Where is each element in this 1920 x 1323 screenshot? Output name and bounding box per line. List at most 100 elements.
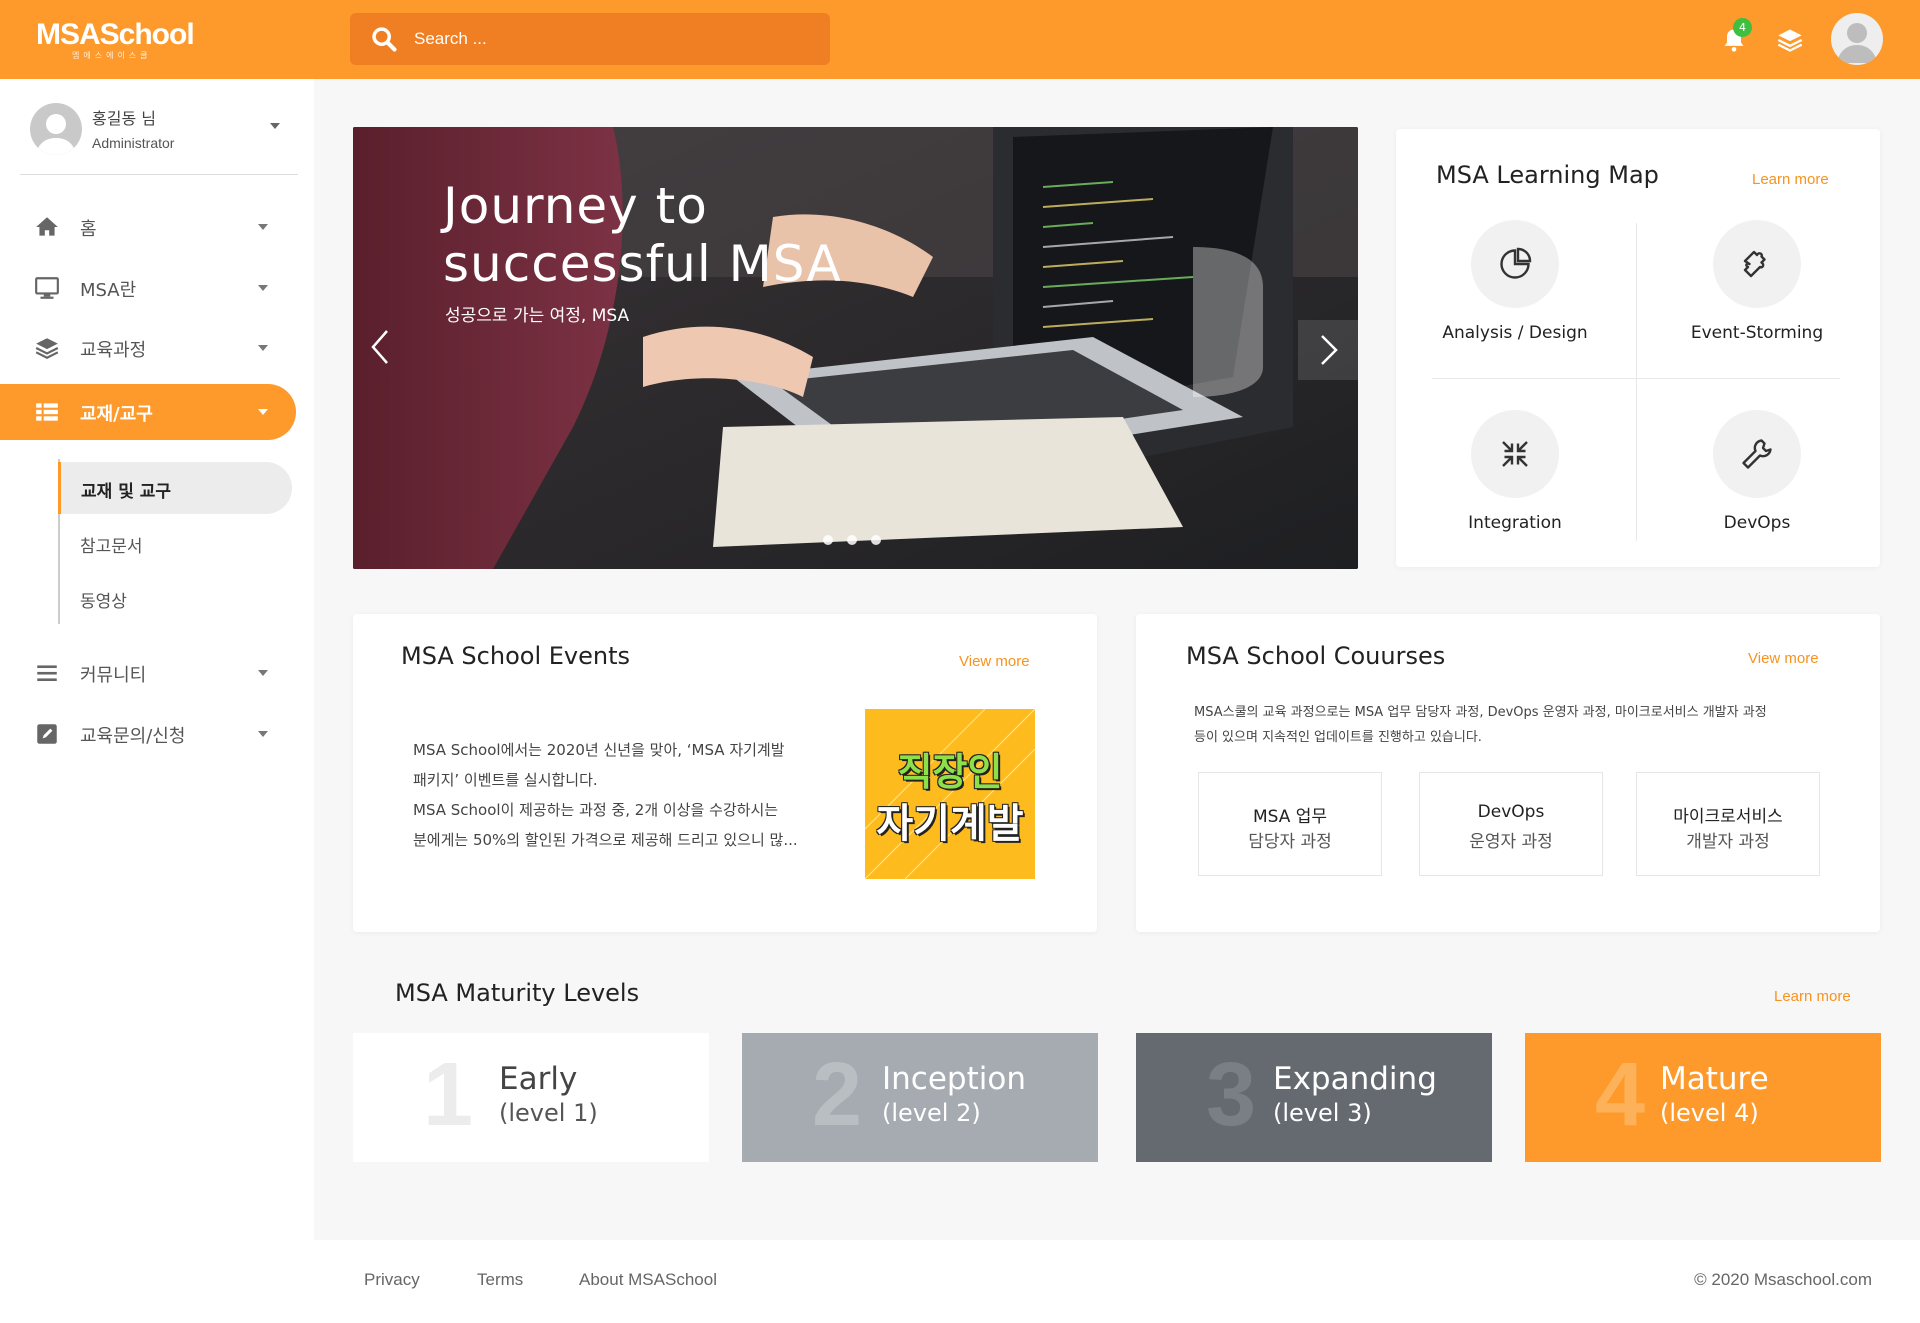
footer-link-privacy[interactable]: Privacy [364,1270,420,1290]
chevron-down-icon [258,731,268,737]
submenu-item-videos[interactable]: 동영상 [60,572,294,624]
level-sub: (level 2) [882,1099,981,1127]
chevron-down-icon [258,409,268,415]
learning-map-title: MSA Learning Map [1436,161,1659,189]
sidebar-item-community[interactable]: 커뮤니티 [0,645,296,701]
search-icon[interactable] [370,25,398,53]
chevron-down-icon[interactable] [270,123,280,129]
course-box-microservice-dev[interactable]: 마이크로서비스 개발자 과정 [1636,772,1820,876]
level-number: 4 [1595,1045,1646,1145]
course-box-devops[interactable]: DevOps 운영자 과정 [1419,772,1603,876]
footer-copyright: © 2020 Msaschool.com [1694,1270,1872,1289]
wrench-icon [1742,439,1772,469]
footer: Privacy Terms About MSASchool © 2020 Msa… [314,1240,1920,1323]
footer-link-about[interactable]: About MSASchool [579,1270,717,1290]
course-box-line: MSA 업무 [1252,807,1328,827]
maturity-level-4[interactable]: 4 Mature (level 4) [1525,1033,1881,1162]
search-input[interactable] [414,26,794,52]
sidebar: 홍길동 님 Administrator 홈 MSA란 교육과정 교재/교구 교재… [0,79,314,1323]
user-icon [1837,23,1877,63]
level-number: 1 [423,1045,474,1145]
level-sub: (level 4) [1660,1099,1759,1127]
carousel-next-button[interactable] [1298,320,1358,380]
level-sub: (level 1) [499,1099,598,1127]
course-box-line: DevOps [1477,802,1545,822]
sidebar-item-label: MSA란 [80,280,137,301]
chevron-left-icon[interactable] [367,325,395,369]
course-box-line: 마이크로서비스 [1673,807,1783,827]
submenu-item-references[interactable]: 참고문서 [60,517,294,569]
logo-area[interactable]: MSASchool 엠에스에이스쿨 [0,0,314,79]
layers-icon[interactable] [1776,26,1804,54]
pie-chart-icon [1500,247,1532,279]
footer-link-terms[interactable]: Terms [477,1270,523,1290]
carousel-dot[interactable] [823,535,833,545]
course-box-line: 개발자 과정 [1686,832,1770,852]
learning-map-item-integration[interactable]: Integration [1395,386,1635,572]
events-view-more-link[interactable]: View more [959,653,1030,670]
divider [20,174,298,175]
courses-card: MSA School Couurses View more MSA스쿨의 교육 … [1136,614,1880,932]
learning-map-item-devops[interactable]: DevOps [1637,386,1877,572]
sidebar-item-inquiry[interactable]: 교육문의/신청 [0,706,296,762]
maturity-learn-more-link[interactable]: Learn more [1774,988,1851,1005]
user-avatar[interactable] [1831,13,1883,65]
level-sub: (level 3) [1273,1099,1372,1127]
maturity-level-1[interactable]: 1 Early (level 1) [353,1033,709,1162]
hero-carousel[interactable]: Journey to successful MSA 성공으로 가는 여정, MS… [353,127,1358,569]
submenu-item-label: 교재 및 교구 [81,482,172,502]
events-text-line: 패키지’ 이벤트를 실시합니다. [413,771,598,789]
hero-subtitle: 성공으로 가는 여정, MSA [445,306,630,326]
learning-map-item-label: Analysis / Design [1442,323,1588,343]
layers-icon [35,338,59,359]
courses-view-more-link[interactable]: View more [1748,650,1819,667]
level-number: 3 [1206,1045,1257,1145]
learning-map-item-analysis[interactable]: Analysis / Design [1395,196,1635,382]
profile-name: 홍길동 님 [92,109,156,128]
sidebar-item-materials[interactable]: 교재/교구 [0,384,296,440]
courses-desc-line: 등이 있으며 지속적인 업데이트를 진행하고 있습니다. [1194,730,1482,745]
sidebar-item-curriculum[interactable]: 교육과정 [0,320,296,376]
puzzle-icon [1743,250,1766,278]
learning-map-item-label: Integration [1468,513,1562,533]
sidebar-item-label: 교육과정 [80,340,147,361]
profile-role: Administrator [92,135,175,151]
learning-map-item-label: Event-Storming [1690,323,1824,343]
level-number: 2 [812,1045,863,1145]
chevron-down-icon [258,670,268,676]
learning-map-link[interactable]: Learn more [1752,171,1829,188]
course-box-line: 운영자 과정 [1469,832,1553,852]
sidebar-item-home[interactable]: 홈 [0,199,296,255]
sidebar-item-about-msa[interactable]: MSA란 [0,260,296,316]
hero-title-line: Journey to [443,177,708,235]
hero-title-line: successful MSA [443,235,842,293]
sidebar-item-label: 교육문의/신청 [80,726,186,747]
events-description: MSA School에서는 2020년 신년을 맞아, ‘MSA 자기계발 패키… [413,735,853,855]
courses-description: MSA스쿨의 교육 과정으로는 MSA 업무 담당자 과정, DevOps 운영… [1194,700,1834,750]
events-text-line: MSA School이 제공하는 과정 중, 2개 이상을 수강하시는 [413,801,779,819]
edit-icon [37,724,57,744]
maturity-title: MSA Maturity Levels [395,979,640,1007]
home-icon [36,217,58,236]
chevron-down-icon [258,345,268,351]
event-banner-image[interactable]: 직장인 자기계발 [865,709,1035,879]
chevron-down-icon [258,224,268,230]
notification-badge: 4 [1733,18,1752,37]
submenu-item-materials-tools[interactable]: 교재 및 교구 [58,462,292,514]
sidebar-item-label: 교재/교구 [80,404,153,425]
carousel-dot[interactable] [847,535,857,545]
learning-map-item-label: DevOps [1723,513,1791,533]
maturity-level-2[interactable]: 2 Inception (level 2) [742,1033,1098,1162]
search-bar[interactable] [350,13,830,65]
level-name: Inception [882,1061,1026,1097]
carousel-dot[interactable] [871,535,881,545]
course-box-msa-business[interactable]: MSA 업무 담당자 과정 [1198,772,1382,876]
profile-avatar[interactable] [30,103,82,155]
events-text-line: 분에게는 50%의 할인된 가격으로 제공해 드리고 있으니 많... [413,831,798,849]
courses-title: MSA School Couurses [1186,642,1446,670]
maturity-level-3[interactable]: 3 Expanding (level 3) [1136,1033,1492,1162]
monitor-icon [35,277,59,299]
learning-map-item-event-storming[interactable]: Event-Storming [1637,196,1877,382]
level-name: Expanding [1273,1061,1437,1097]
logo[interactable]: MSASchool [36,18,195,52]
